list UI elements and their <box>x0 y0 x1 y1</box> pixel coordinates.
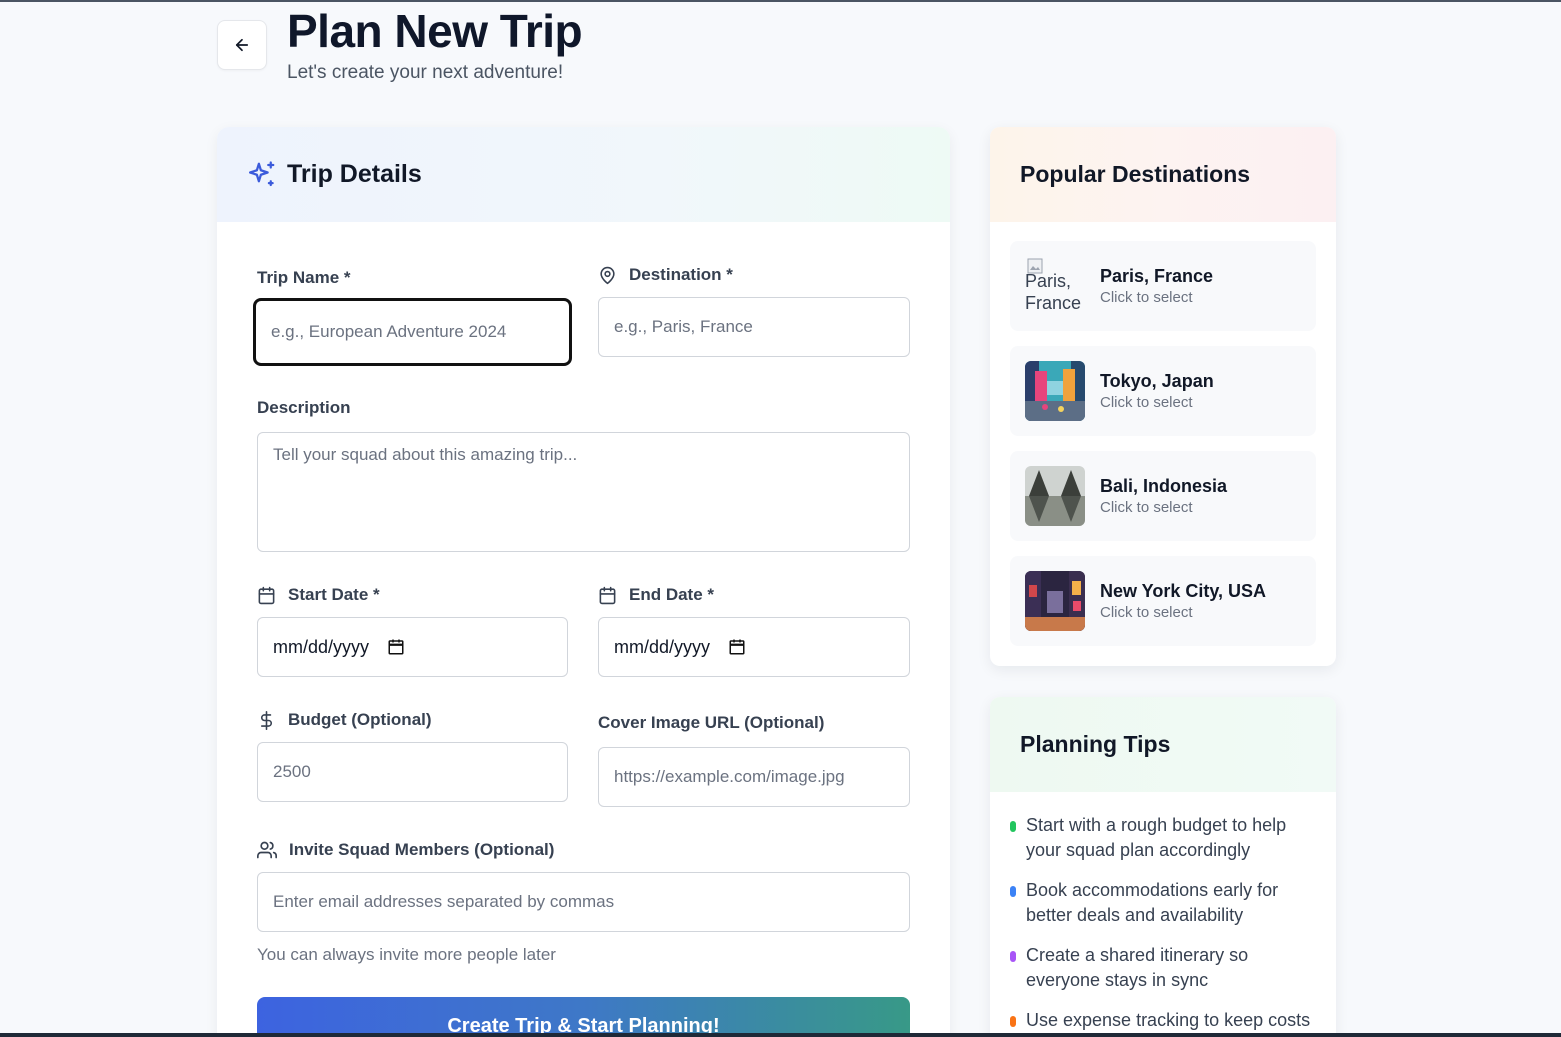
budget-label: Budget (Optional) <box>288 710 432 729</box>
cover-image-input[interactable] <box>598 747 910 807</box>
start-date-label: Start Date * <box>288 585 380 604</box>
start-date-value: mm/dd/yyyy <box>273 636 370 657</box>
destination-image-nyc <box>1025 571 1085 631</box>
tip-item: Book accommodations early for better dea… <box>1010 878 1320 928</box>
destination-name: Tokyo, Japan <box>1100 371 1214 391</box>
users-icon <box>257 840 277 860</box>
destination-label-row: Destination * <box>598 265 733 285</box>
page-title: Plan New Trip <box>287 5 583 57</box>
tip-text: Book accommodations early for better dea… <box>1026 880 1279 925</box>
end-date-input[interactable]: mm/dd/yyyy <box>598 617 910 677</box>
destination-label: Destination * <box>629 265 733 284</box>
planning-tips-card: Planning Tips Start with a rough budget … <box>990 697 1336 1037</box>
tip-text: Use expense tracking to keep costs <box>1026 1010 1311 1030</box>
popular-destinations-card: Popular Destinations Paris, France Paris… <box>990 127 1336 666</box>
tip-text: Start with a rough budget to help your s… <box>1026 815 1287 860</box>
destination-image-bali <box>1025 466 1085 526</box>
tip-bullet <box>1010 951 1016 962</box>
end-date-label: End Date * <box>629 585 715 604</box>
invite-emails-input[interactable] <box>257 872 910 932</box>
page-subtitle: Let's create your next adventure! <box>287 62 564 83</box>
cover-image-label: Cover Image URL (Optional) <box>598 713 825 732</box>
tip-item: Use expense tracking to keep costs <box>1010 1008 1320 1033</box>
tip-bullet <box>1010 1016 1016 1027</box>
calendar-picker-icon[interactable] <box>387 638 405 656</box>
create-trip-button[interactable]: Create Trip & Start Planning! <box>257 997 910 1037</box>
destination-name: Bali, Indonesia <box>1100 476 1228 496</box>
tip-item: Start with a rough budget to help your s… <box>1010 813 1320 863</box>
trip-name-input[interactable] <box>253 298 572 366</box>
map-pin-icon <box>598 266 617 285</box>
trip-details-header: Trip Details <box>217 127 950 222</box>
description-textarea[interactable] <box>257 432 910 552</box>
window-bottom-border <box>0 1033 1561 1037</box>
destination-item-tokyo[interactable]: Tokyo, Japan Click to select <box>1010 346 1316 436</box>
invite-label-row: Invite Squad Members (Optional) <box>257 840 554 860</box>
destination-hint: Click to select <box>1100 604 1193 621</box>
dollar-sign-icon <box>257 710 276 730</box>
description-label: Description <box>257 398 351 417</box>
broken-image-icon <box>1027 258 1043 274</box>
destination-name: Paris, France <box>1100 266 1214 286</box>
window-top-border <box>0 0 1561 2</box>
destination-hint: Click to select <box>1100 499 1193 516</box>
calendar-icon <box>257 586 276 605</box>
tip-text: Create a shared itinerary so everyone st… <box>1026 945 1249 990</box>
destination-item-bali[interactable]: Bali, Indonesia Click to select <box>1010 451 1316 541</box>
arrow-left-icon <box>235 38 249 52</box>
invite-helper-text: You can always invite more people later <box>257 945 556 964</box>
destination-image-tokyo <box>1025 361 1085 421</box>
section-title: Trip Details <box>287 160 422 188</box>
start-date-input[interactable]: mm/dd/yyyy <box>257 617 568 677</box>
end-date-label-row: End Date * <box>598 585 714 605</box>
destination-name: New York City, USA <box>1100 581 1267 601</box>
end-date-value: mm/dd/yyyy <box>614 636 711 657</box>
sparkles-icon <box>249 160 275 186</box>
tip-bullet <box>1010 821 1016 832</box>
destination-item-paris[interactable]: Paris, France Paris, France Click to sel… <box>1010 241 1316 331</box>
trip-details-card: Trip Details Trip Name * Destination * D… <box>217 127 950 1037</box>
destination-input[interactable] <box>598 297 910 357</box>
budget-label-row: Budget (Optional) <box>257 710 432 730</box>
trip-name-label: Trip Name * <box>257 268 351 287</box>
start-date-label-row: Start Date * <box>257 585 380 605</box>
destination-hint: Click to select <box>1100 289 1193 306</box>
invite-label: Invite Squad Members (Optional) <box>289 840 555 859</box>
destination-item-nyc[interactable]: New York City, USA Click to select <box>1010 556 1316 646</box>
back-button[interactable] <box>217 20 267 70</box>
planning-tips-title: Planning Tips <box>990 697 1336 792</box>
popular-destinations-title: Popular Destinations <box>990 127 1336 222</box>
tip-item: Create a shared itinerary so everyone st… <box>1010 943 1320 993</box>
calendar-icon <box>598 586 617 605</box>
tip-bullet <box>1010 886 1016 897</box>
budget-input[interactable] <box>257 742 568 802</box>
destination-image-paris: Paris, France <box>1025 256 1085 316</box>
destination-hint: Click to select <box>1100 394 1193 411</box>
destination-image-alt: Paris, France <box>1025 271 1082 313</box>
calendar-picker-icon[interactable] <box>728 638 746 656</box>
